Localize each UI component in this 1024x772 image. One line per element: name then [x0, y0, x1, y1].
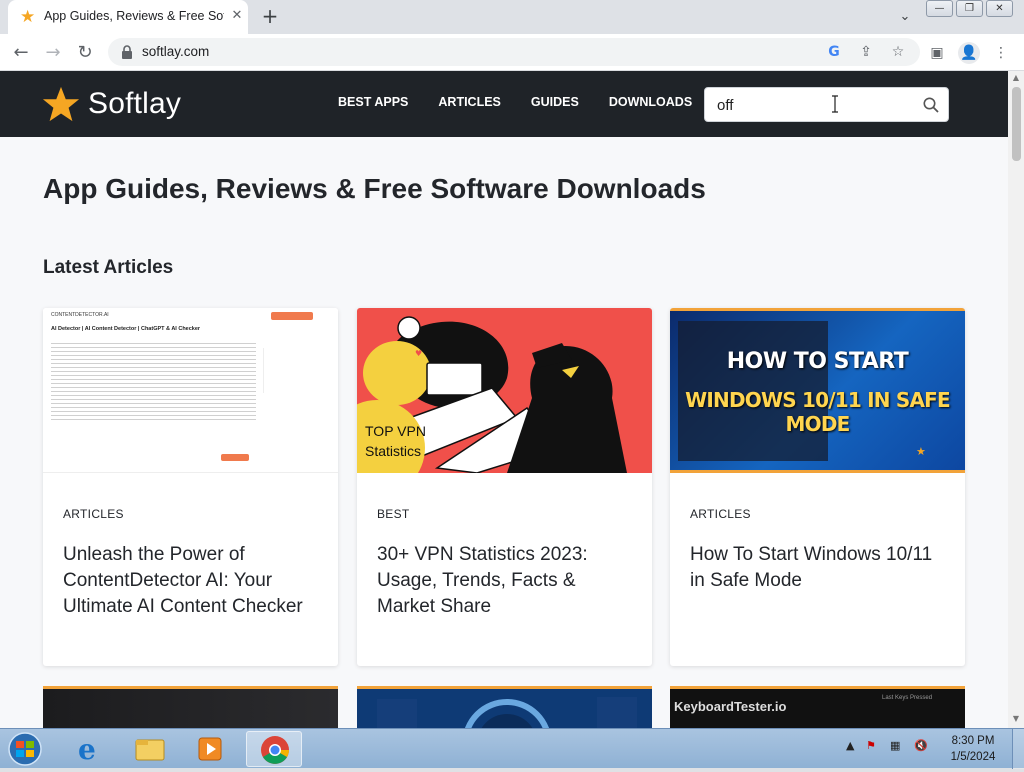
thumbnail-header: CONTENTDETECTOR.AI — [51, 312, 109, 318]
browser-toolbar: ← → ↻ softlay.com G ⇪ ☆ ▣ 👤 ⋮ — [0, 34, 1024, 71]
clock-time: 8:30 PM — [951, 735, 995, 747]
article-category[interactable]: ARTICLES — [690, 507, 751, 521]
thumbnail-sidebar — [263, 348, 318, 393]
thumbnail-button — [271, 312, 313, 320]
thumbnail-line-2: WINDOWS 10/11 IN SAFE MODE — [685, 388, 951, 436]
page-title: App Guides, Reviews & Free Software Down… — [43, 173, 706, 204]
back-arrow-icon[interactable]: ← — [8, 40, 34, 66]
search-input[interactable] — [717, 95, 907, 115]
article-thumbnail: CONTENTDETECTOR.AI AI Detector | AI Cont… — [43, 308, 338, 473]
nav-best-apps[interactable]: BEST APPS — [338, 95, 408, 115]
share-icon[interactable]: ⇪ — [856, 42, 876, 62]
nav-downloads[interactable]: DOWNLOADS — [609, 95, 692, 115]
tab-title: App Guides, Reviews & Free Soft — [44, 9, 224, 23]
media-player-icon[interactable] — [182, 731, 238, 767]
article-card[interactable]: ♥ ♥ TOP VPN Statistics BEST 30+ VPN Stat… — [357, 308, 652, 666]
article-title[interactable]: How To Start Windows 10/11 in Safe Mode — [690, 542, 948, 594]
search-icon[interactable] — [922, 96, 940, 114]
article-card[interactable]: CONTENTDETECTOR.AI AI Detector | AI Cont… — [43, 308, 338, 666]
main-nav: BEST APPS ARTICLES GUIDES DOWNLOADS — [338, 95, 722, 115]
svg-text:e: e — [78, 733, 96, 766]
browser-tab[interactable]: ★ App Guides, Reviews & Free Soft ✕ — [8, 0, 248, 34]
article-thumbnail: ♥ ♥ TOP VPN Statistics — [357, 308, 652, 473]
thumbnail-heading: AI Detector | AI Content Detector | Chat… — [51, 326, 201, 332]
scroll-thumb[interactable] — [1012, 87, 1021, 161]
chevron-down-icon[interactable]: ⌄ — [894, 6, 916, 28]
nav-articles[interactable]: ARTICLES — [438, 95, 501, 115]
profile-avatar-icon[interactable]: 👤 — [958, 42, 980, 64]
show-desktop-button[interactable] — [1012, 729, 1024, 769]
thumbnail-line-1: HOW TO START — [726, 349, 909, 374]
site-header: Softlay BEST APPS ARTICLES GUIDES DOWNLO… — [0, 71, 1008, 137]
windows-taskbar: e ▲ ⚑ ▦ 🔇 8:30 PM 1/5/2024 — [0, 728, 1024, 769]
window-controls: — ❐ ✕ — [926, 0, 1016, 18]
page-scrollbar[interactable]: ▲ ▼ — [1008, 71, 1024, 728]
windows-start-icon[interactable] — [4, 731, 46, 767]
system-clock[interactable]: 8:30 PM 1/5/2024 — [940, 733, 1006, 765]
new-tab-button[interactable]: + — [258, 5, 282, 29]
svg-text:♥: ♥ — [415, 349, 422, 358]
tray-expand-icon[interactable]: ▲ — [846, 739, 854, 752]
bookmark-star-icon[interactable]: ☆ — [888, 42, 908, 62]
thumbnail-text-lines — [51, 340, 256, 420]
article-thumbnail — [43, 689, 338, 728]
lock-icon — [122, 45, 132, 59]
close-tab-icon[interactable]: ✕ — [228, 7, 246, 25]
article-card[interactable] — [43, 686, 338, 728]
network-icon[interactable]: ▦ — [890, 739, 900, 752]
forward-arrow-icon[interactable]: → — [40, 40, 66, 66]
thumbnail-badge-text: TOP VPN Statistics — [365, 423, 426, 459]
address-bar[interactable]: softlay.com G ⇪ ☆ — [108, 38, 920, 66]
internet-explorer-icon[interactable]: e — [62, 731, 118, 767]
menu-kebab-icon[interactable]: ⋮ — [990, 42, 1012, 64]
article-card[interactable]: KeyboardTester.io Last Keys Pressed — [670, 686, 965, 728]
site-search[interactable] — [704, 87, 949, 122]
side-panel-icon[interactable]: ▣ — [926, 42, 948, 64]
logo-text: Softlay — [88, 87, 182, 120]
star-watermark-icon: ★ — [916, 445, 926, 458]
text-cursor-icon — [832, 95, 838, 113]
volume-muted-icon[interactable]: 🔇 — [914, 739, 928, 752]
browser-tab-strip: ★ App Guides, Reviews & Free Soft ✕ + ⌄ … — [0, 0, 1024, 34]
scroll-down-arrow-icon[interactable]: ▼ — [1011, 714, 1021, 724]
site-logo[interactable]: Softlay — [42, 85, 181, 123]
article-thumbnail: HOW TO START WINDOWS 10/11 IN SAFE MODE … — [670, 308, 965, 473]
chrome-icon[interactable] — [246, 731, 302, 767]
thumbnail-cta — [221, 454, 249, 461]
reload-icon[interactable]: ↻ — [72, 40, 98, 66]
thumbnail-title: KeyboardTester.io — [674, 699, 787, 714]
page-viewport: Softlay BEST APPS ARTICLES GUIDES DOWNLO… — [0, 71, 1008, 728]
action-center-flag-icon[interactable]: ⚑ — [866, 739, 876, 752]
scroll-up-arrow-icon[interactable]: ▲ — [1011, 73, 1021, 83]
file-explorer-icon[interactable] — [122, 731, 178, 767]
article-card[interactable]: HOW TO START WINDOWS 10/11 IN SAFE MODE … — [670, 308, 965, 666]
svg-text:♥: ♥ — [444, 448, 453, 459]
section-title: Latest Articles — [43, 257, 174, 278]
article-thumbnail — [357, 689, 652, 728]
url-text: softlay.com — [142, 44, 210, 59]
clock-date: 1/5/2024 — [950, 751, 996, 763]
article-category[interactable]: BEST — [377, 507, 410, 521]
article-card[interactable] — [357, 686, 652, 728]
google-icon[interactable]: G — [824, 42, 844, 62]
minimize-button[interactable]: — — [926, 0, 953, 17]
article-title[interactable]: Unleash the Power of ContentDetector AI:… — [63, 542, 321, 620]
close-window-button[interactable]: ✕ — [986, 0, 1013, 17]
star-favicon-icon: ★ — [20, 7, 36, 27]
restore-button[interactable]: ❐ — [956, 0, 983, 17]
article-category[interactable]: ARTICLES — [63, 507, 124, 521]
article-title[interactable]: 30+ VPN Statistics 2023: Usage, Trends, … — [377, 542, 635, 620]
nav-guides[interactable]: GUIDES — [531, 95, 579, 115]
thumbnail-subtext: Last Keys Pressed — [882, 695, 933, 701]
star-logo-icon — [42, 86, 80, 122]
